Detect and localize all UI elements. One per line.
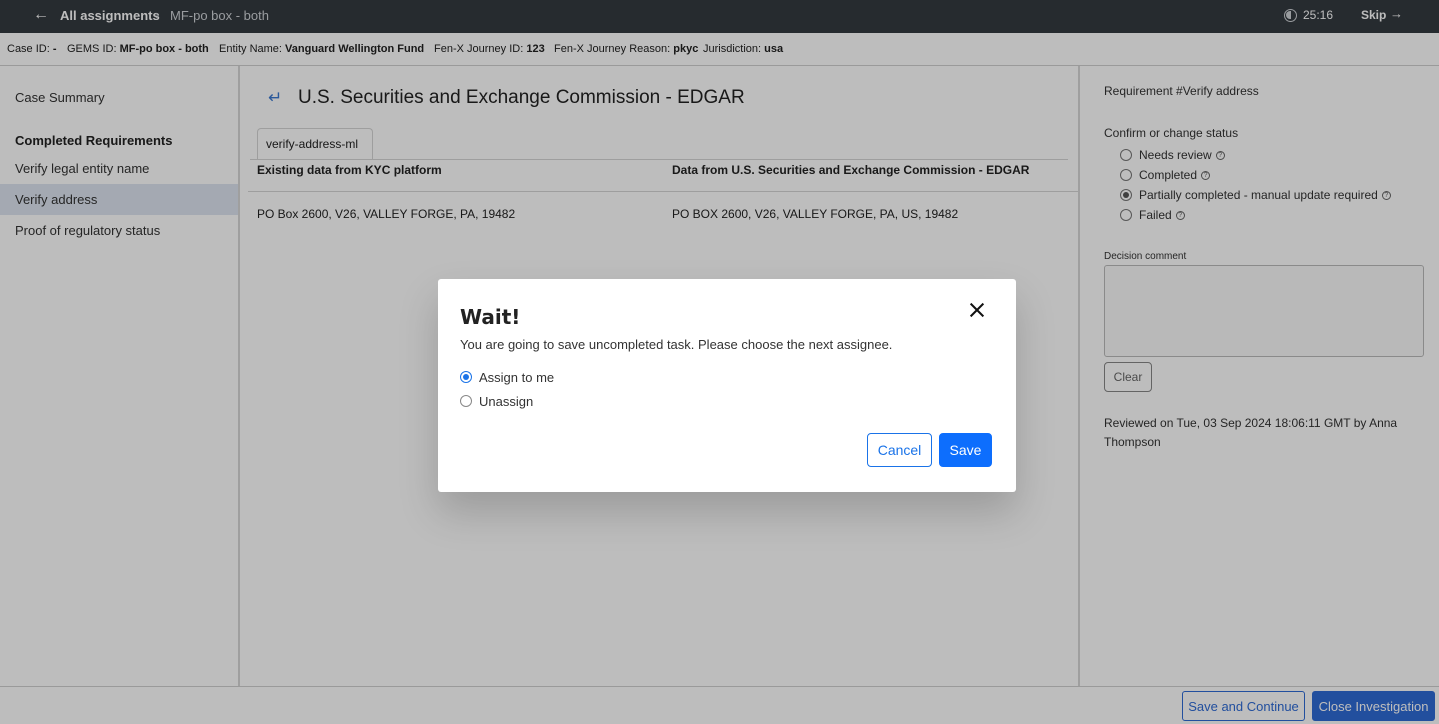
assign-radio[interactable]: [460, 395, 472, 407]
cancel-button[interactable]: Cancel: [867, 433, 932, 467]
confirm-save-dialog: Wait! You are going to save uncompleted …: [438, 279, 1016, 492]
dialog-message: You are going to save uncompleted task. …: [460, 337, 893, 352]
assign-radio-selected[interactable]: [460, 371, 472, 383]
dialog-title: Wait!: [460, 305, 521, 329]
save-button[interactable]: Save: [939, 433, 992, 467]
option-assign-to-me[interactable]: Assign to me: [460, 369, 554, 385]
option-unassign[interactable]: Unassign: [460, 393, 533, 409]
close-icon[interactable]: [968, 301, 986, 319]
